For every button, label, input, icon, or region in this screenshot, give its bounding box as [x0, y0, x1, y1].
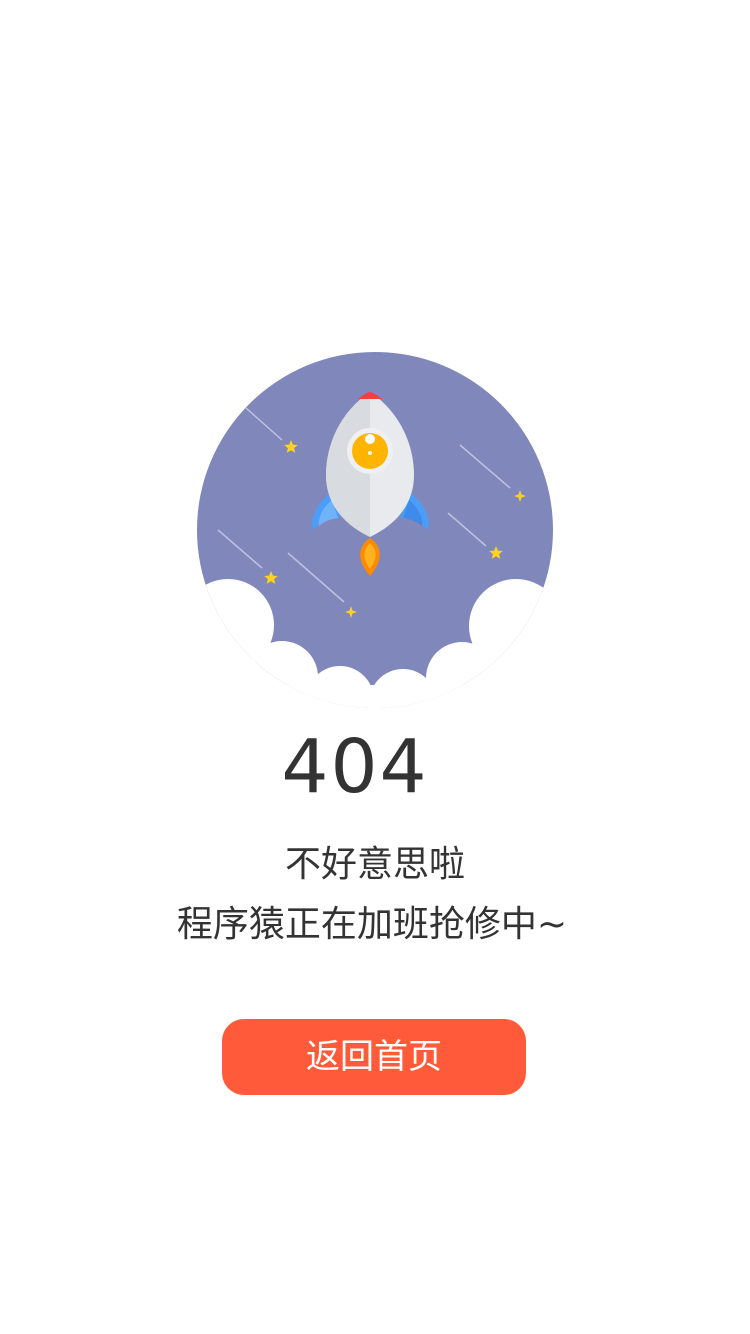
rocket-window-dot-icon: [368, 451, 372, 455]
error-message-title: 不好意思啦: [284, 844, 465, 885]
error-page: 404 不好意思啦 程序猿正在加班抢修中~ 返回首页: [0, 0, 750, 1334]
back-home-button[interactable]: 返回首页: [222, 1019, 526, 1095]
error-message-detail: 程序猿正在加班抢修中~: [176, 904, 568, 945]
rocket-window-shine-icon: [365, 434, 375, 444]
sky-circle: [197, 352, 553, 708]
error-code: 404: [281, 724, 429, 810]
rocket-illustration: [197, 352, 553, 708]
